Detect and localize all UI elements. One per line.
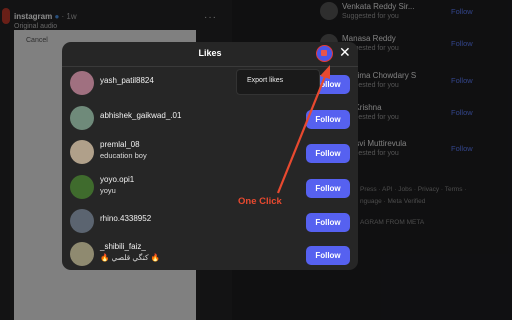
annotation-label: One Click <box>238 196 282 207</box>
annotation-arrow <box>276 65 330 194</box>
